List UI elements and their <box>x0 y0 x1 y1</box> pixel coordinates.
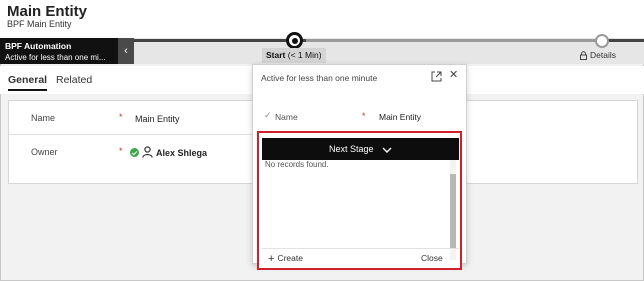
highlighted-stage-panel: Next Stage No records found. + Create Clo… <box>257 131 462 270</box>
field-row-name: Name * Main Entity <box>9 105 254 135</box>
name-field-label: Name <box>31 113 56 123</box>
stage-details-node[interactable] <box>595 34 609 48</box>
name-field[interactable]: Main Entity <box>135 114 180 124</box>
stage-name-field[interactable]: Main Entity <box>379 112 421 122</box>
stage-start-node[interactable] <box>286 32 303 49</box>
next-stage-button[interactable]: Next Stage <box>262 138 459 160</box>
stage-field-row-name: ✓ Name * Main Entity <box>253 107 466 127</box>
stage-details-name: Details <box>590 50 616 60</box>
scrollbar-thumb[interactable] <box>450 174 456 249</box>
required-marker: * <box>119 112 123 122</box>
page-subtitle: BPF Main Entity <box>7 19 72 29</box>
lock-icon <box>580 51 587 61</box>
owner-lookup-link[interactable]: Alex Shlega <box>156 148 207 158</box>
chevron-down-icon <box>382 147 392 153</box>
scrollbar[interactable] <box>450 160 456 260</box>
create-button[interactable]: + Create <box>268 253 303 265</box>
plus-icon: + <box>268 253 275 265</box>
owner-field-label: Owner <box>31 147 58 157</box>
stage-panel-footer: + Create Close <box>262 248 459 266</box>
person-icon <box>142 146 153 158</box>
bpf-collapse-button[interactable]: ‹ <box>118 38 134 64</box>
stage-start-label[interactable]: Start (< 1 Min) <box>262 48 326 63</box>
chevron-left-icon: ‹ <box>124 45 128 57</box>
record-header: Main Entity BPF Main Entity <box>0 0 644 38</box>
stage-start-name: Start <box>266 50 286 60</box>
bpf-process-name: BPF Automation <box>5 41 72 51</box>
bpf-process-flyout[interactable]: BPF Automation Active for less than one … <box>0 38 118 64</box>
close-icon[interactable]: ✕ <box>449 70 458 81</box>
tab-general[interactable]: General <box>8 74 48 91</box>
checkmark-icon: ✓ <box>264 110 272 120</box>
next-stage-label: Next Stage <box>328 144 374 154</box>
close-button[interactable]: Close <box>421 253 443 263</box>
required-marker: * <box>119 146 123 156</box>
tab-related[interactable]: Related <box>56 74 92 86</box>
bpf-process-status: Active for less than one mi... <box>5 53 106 62</box>
stage-name-label: Name <box>275 112 298 122</box>
stage-flyout-status: Active for less than one minute <box>261 73 378 83</box>
required-marker: * <box>362 111 366 121</box>
stage-track-pending <box>306 39 602 42</box>
stage-start-duration: (< 1 Min) <box>287 50 322 60</box>
stage-details-label[interactable]: Details <box>580 50 616 61</box>
create-label: Create <box>277 253 303 263</box>
empty-records-message: No records found. <box>265 160 329 169</box>
presence-available-icon <box>130 148 139 157</box>
page-title: Main Entity <box>7 3 88 20</box>
expand-icon[interactable] <box>431 71 442 82</box>
